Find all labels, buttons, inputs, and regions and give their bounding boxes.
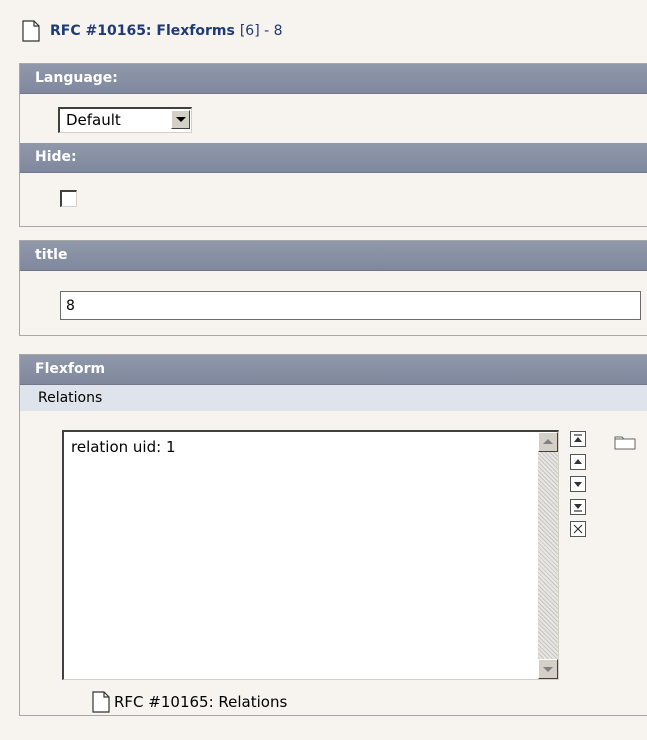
relation-reference-label: RFC #10165: Relations [114, 693, 288, 711]
move-up-icon[interactable] [570, 454, 586, 470]
record-meta: [6] - 8 [239, 23, 283, 39]
flexform-panel: Flexform Relations relation uid: 1 RFC #… [19, 354, 647, 716]
document-icon [92, 691, 110, 713]
relations-list[interactable]: relation uid: 1 [62, 430, 559, 680]
title-input[interactable] [60, 291, 641, 320]
language-panel: Language: Default Hide: [19, 63, 647, 227]
language-select[interactable]: Default [58, 107, 192, 133]
title-heading: title [20, 241, 647, 271]
record-header: RFC #10165: Flexforms [6] - 8 [22, 17, 283, 45]
document-icon [22, 20, 40, 42]
move-to-bottom-icon[interactable] [570, 499, 586, 515]
relation-reference[interactable]: RFC #10165: Relations [92, 688, 287, 716]
scroll-up-icon[interactable] [538, 432, 558, 452]
list-item[interactable]: relation uid: 1 [71, 438, 176, 456]
scrollbar[interactable] [538, 432, 558, 679]
folder-icon[interactable] [614, 434, 636, 454]
move-to-top-icon[interactable] [570, 431, 586, 447]
remove-icon[interactable] [570, 521, 586, 537]
record-title: RFC #10165: Flexforms [50, 23, 235, 39]
chevron-down-icon[interactable] [171, 110, 190, 129]
title-panel: title [19, 240, 647, 336]
language-heading: Language: [20, 64, 647, 94]
relations-section-label: Relations [20, 385, 647, 411]
scroll-down-icon[interactable] [538, 659, 558, 679]
language-select-value: Default [66, 111, 121, 129]
flexform-heading: Flexform [20, 355, 647, 385]
hide-heading: Hide: [20, 143, 647, 173]
hide-checkbox[interactable] [60, 190, 77, 207]
move-down-icon[interactable] [570, 476, 586, 492]
